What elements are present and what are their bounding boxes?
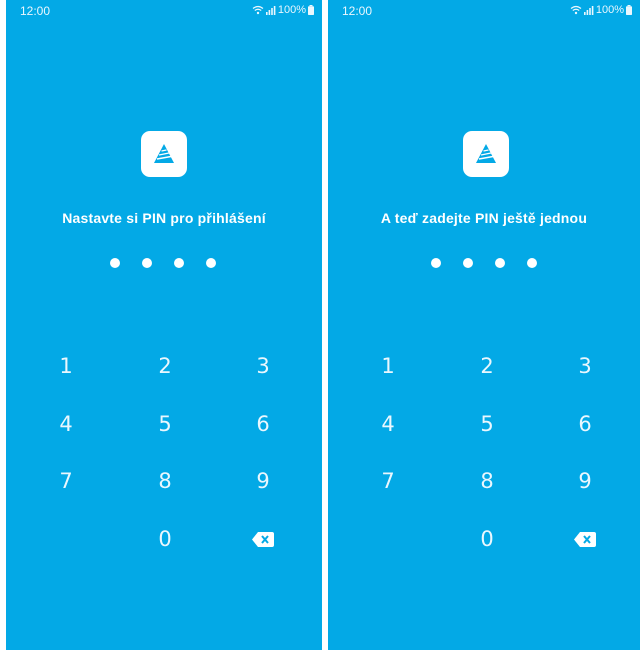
key-6[interactable]: 6 (238, 404, 288, 444)
key-5[interactable]: 5 (140, 404, 190, 444)
pin-indicator (431, 258, 537, 268)
battery-level: 100% (277, 4, 306, 16)
pin-dot (142, 258, 152, 268)
signal-icon (583, 5, 594, 15)
pin-indicator (110, 258, 216, 268)
key-7[interactable]: 7 (41, 461, 91, 501)
backspace-button[interactable] (560, 519, 610, 559)
status-icons: 100% (252, 4, 314, 16)
status-time: 12:00 (342, 4, 373, 18)
key-3[interactable]: 3 (560, 346, 610, 386)
status-bar: 12:00 100% (6, 0, 322, 24)
status-icons: 100% (570, 4, 632, 16)
key-7[interactable]: 7 (363, 461, 413, 501)
page-title: Nastavte si PIN pro přihlášení (62, 210, 266, 226)
key-4[interactable]: 4 (41, 404, 91, 444)
pin-dot (431, 258, 441, 268)
pin-dot (463, 258, 473, 268)
key-0[interactable]: 0 (462, 519, 512, 559)
battery-level: 100% (595, 4, 624, 16)
backspace-icon (574, 531, 596, 547)
signal-icon (265, 5, 276, 15)
wifi-icon (570, 5, 582, 15)
pin-dot (206, 258, 216, 268)
key-2[interactable]: 2 (462, 346, 512, 386)
key-1[interactable]: 1 (41, 346, 91, 386)
key-3[interactable]: 3 (238, 346, 288, 386)
battery-icon (308, 5, 314, 15)
battery-icon (626, 5, 632, 15)
key-4[interactable]: 4 (363, 404, 413, 444)
key-1[interactable]: 1 (363, 346, 413, 386)
key-6[interactable]: 6 (560, 404, 610, 444)
status-bar: 12:00 100% (328, 0, 640, 24)
wifi-icon (252, 5, 264, 15)
key-9[interactable]: 9 (238, 461, 288, 501)
key-5[interactable]: 5 (462, 404, 512, 444)
logo-pyramid-icon (476, 144, 496, 163)
key-8[interactable]: 8 (462, 461, 512, 501)
page-title: A teď zadejte PIN ještě jednou (380, 210, 588, 226)
pin-dot (527, 258, 537, 268)
key-0[interactable]: 0 (140, 519, 190, 559)
backspace-button[interactable] (238, 519, 288, 559)
status-time: 12:00 (20, 4, 51, 18)
pin-dot (174, 258, 184, 268)
app-logo (141, 131, 187, 177)
pin-confirm-screen: 12:00 100% A teď zadejte PIN ještě jedno… (328, 0, 640, 650)
key-9[interactable]: 9 (560, 461, 610, 501)
pin-dot (110, 258, 120, 268)
key-2[interactable]: 2 (140, 346, 190, 386)
pin-dot (495, 258, 505, 268)
key-8[interactable]: 8 (140, 461, 190, 501)
backspace-icon (252, 531, 274, 547)
pin-setup-screen: 12:00 100% Nastavte si PIN pro přihlášen… (6, 0, 322, 650)
logo-pyramid-icon (154, 144, 174, 163)
app-logo (463, 131, 509, 177)
